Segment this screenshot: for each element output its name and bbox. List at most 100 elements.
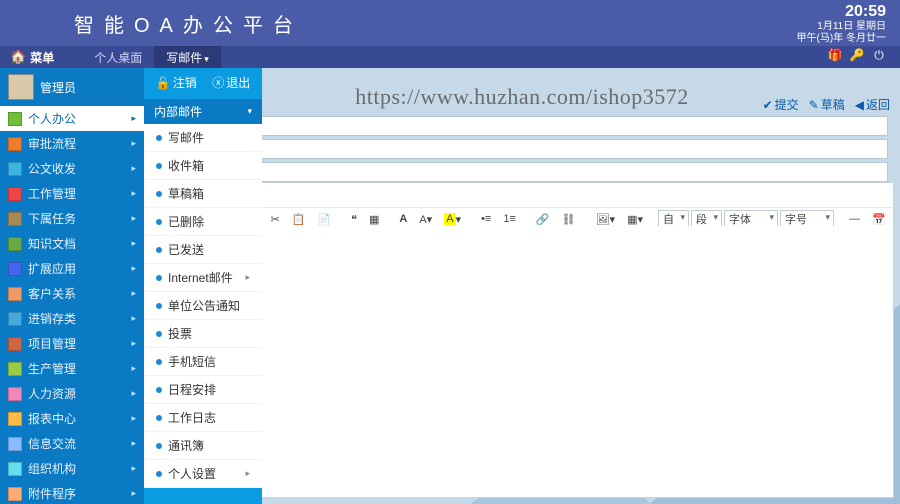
ul-btn[interactable]: •≡	[476, 211, 496, 227]
paste-btn[interactable]: 📄	[312, 211, 336, 228]
bullet-icon	[156, 247, 162, 253]
hr-btn[interactable]: —	[844, 211, 865, 227]
bullet-icon	[156, 191, 162, 197]
sidebar-item-13[interactable]: 信息交流▸	[0, 431, 144, 456]
flyout-panel: 🔓注销 ⓧ退出 内部邮件 ▾ 写邮件收件箱草稿箱已删除已发送Internet邮件…	[144, 68, 262, 504]
flyout-item-4[interactable]: 已发送	[144, 236, 262, 264]
flyout-item-6[interactable]: 单位公告通知	[144, 292, 262, 320]
image-btn[interactable]: 🖼▾	[591, 211, 621, 228]
submit-button[interactable]: ✔提交	[763, 96, 799, 113]
sidebar-item-5[interactable]: 知识文档▸	[0, 231, 144, 256]
link-btn[interactable]: 🔗	[531, 211, 555, 228]
flyout-item-3[interactable]: 已删除	[144, 208, 262, 236]
sidebar-item-10[interactable]: 生产管理▸	[0, 356, 144, 381]
bullet-icon	[156, 275, 162, 281]
bullet-icon	[156, 163, 162, 169]
flyout-item-11[interactable]: 通讯簿	[144, 432, 262, 460]
home-icon[interactable]: 🏠	[10, 49, 26, 65]
clock-time: 20:59	[797, 3, 886, 21]
unlink-btn[interactable]: ⛓	[557, 211, 581, 228]
logout-button[interactable]: 🔓注销	[156, 74, 197, 91]
sidebar-icon	[8, 337, 22, 351]
sidebar-item-15[interactable]: 附件程序▸	[0, 481, 144, 504]
flyout-item-12[interactable]: 个人设置▸	[144, 460, 262, 488]
back-button[interactable]: ◀返回	[855, 96, 890, 113]
gift-icon[interactable]: 🎁	[828, 48, 842, 62]
sidebar-icon	[8, 387, 22, 401]
sidebar-item-9[interactable]: 项目管理▸	[0, 331, 144, 356]
cut-btn[interactable]: ✂	[265, 211, 284, 228]
flyout-item-1[interactable]: 收件箱	[144, 152, 262, 180]
flyout-item-8[interactable]: 手机短信	[144, 348, 262, 376]
table-btn[interactable]: ▦▾	[622, 211, 648, 228]
flyout-item-5[interactable]: Internet邮件▸	[144, 264, 262, 292]
flyout-item-7[interactable]: 投票	[144, 320, 262, 348]
sidebar-icon	[8, 412, 22, 426]
flyout-item-2[interactable]: 草稿箱	[144, 180, 262, 208]
flyout-item-label: 收件箱	[168, 157, 204, 174]
sidebar-icon	[8, 237, 22, 251]
sidebar-item-2[interactable]: 公文收发▸	[0, 156, 144, 181]
bullet-icon	[156, 387, 162, 393]
chevron-right-icon: ▸	[131, 338, 136, 349]
bgcolor-btn[interactable]: A▾	[439, 211, 466, 228]
chevron-right-icon: ▸	[131, 463, 136, 474]
watermark: https://www.huzhan.com/ishop3572	[355, 84, 689, 110]
chevron-right-icon: ▸	[245, 468, 250, 479]
draft-button[interactable]: ✎草稿	[809, 96, 845, 113]
flyout-item-label: 已删除	[168, 213, 204, 230]
sidebar-item-3[interactable]: 工作管理▸	[0, 181, 144, 206]
sidebar-item-label: 组织机构	[28, 460, 76, 477]
flyout-item-label: 日程安排	[168, 381, 216, 398]
bold-btn[interactable]: A	[394, 211, 412, 227]
sidebar-item-7[interactable]: 客户关系▸	[0, 281, 144, 306]
tab-0[interactable]: 个人桌面	[82, 46, 154, 69]
chevron-down-icon: ▾	[247, 106, 252, 117]
menu-label[interactable]: 菜单	[30, 49, 54, 66]
flyout-item-label: 投票	[168, 325, 192, 342]
flyout-item-label: 工作日志	[168, 409, 216, 426]
sidebar-item-label: 客户关系	[28, 285, 76, 302]
exit-button[interactable]: ⓧ退出	[212, 74, 250, 91]
sidebar-item-0[interactable]: 个人办公▸	[0, 106, 144, 131]
ol-btn[interactable]: 1≡	[498, 211, 521, 227]
bullet-icon	[156, 219, 162, 225]
sidebar-item-label: 人力资源	[28, 385, 76, 402]
color-btn[interactable]: A▾	[414, 211, 437, 228]
flyout-item-9[interactable]: 日程安排	[144, 376, 262, 404]
chevron-right-icon: ▸	[131, 113, 136, 124]
sidebar-icon	[8, 137, 22, 151]
flyout-item-label: 通讯簿	[168, 437, 204, 454]
tpl-btn[interactable]: ▦	[364, 211, 384, 228]
clock-date: 1月11日 星期日	[797, 21, 886, 33]
sidebar-item-6[interactable]: 扩展应用▸	[0, 256, 144, 281]
sidebar-item-11[interactable]: 人力资源▸	[0, 381, 144, 406]
chevron-right-icon: ▸	[131, 188, 136, 199]
chevron-right-icon: ▸	[131, 488, 136, 499]
power-icon[interactable]: ⏻	[872, 48, 886, 62]
bullet-icon	[156, 135, 162, 141]
quote-btn[interactable]: ❝	[346, 211, 362, 228]
sidebar-item-label: 下属任务	[28, 210, 76, 227]
copy-btn[interactable]: 📋	[287, 211, 311, 228]
flyout-header[interactable]: 内部邮件 ▾	[144, 99, 262, 124]
sidebar-icon	[8, 187, 22, 201]
flyout-item-10[interactable]: 工作日志	[144, 404, 262, 432]
chevron-right-icon: ▸	[245, 272, 250, 283]
bullet-icon	[156, 303, 162, 309]
sidebar-item-label: 扩展应用	[28, 260, 76, 277]
flyout-item-0[interactable]: 写邮件	[144, 124, 262, 152]
date-btn[interactable]: 📅	[867, 211, 891, 228]
sidebar-item-14[interactable]: 组织机构 ▸	[0, 456, 144, 481]
sidebar-item-4[interactable]: 下属任务▸	[0, 206, 144, 231]
app-title: 智能OA办公平台	[74, 9, 303, 38]
sidebar-item-8[interactable]: 进销存类▸	[0, 306, 144, 331]
sidebar-item-label: 公文收发	[28, 160, 76, 177]
bullet-icon	[156, 443, 162, 449]
tab-1[interactable]: 写邮件▾	[154, 46, 221, 69]
sidebar-item-1[interactable]: 审批流程▸	[0, 131, 144, 156]
sidebar-item-label: 报表中心	[28, 410, 76, 427]
sidebar-item-12[interactable]: 报表中心▸	[0, 406, 144, 431]
key-icon[interactable]: 🔑	[850, 48, 864, 62]
chevron-right-icon: ▸	[131, 438, 136, 449]
